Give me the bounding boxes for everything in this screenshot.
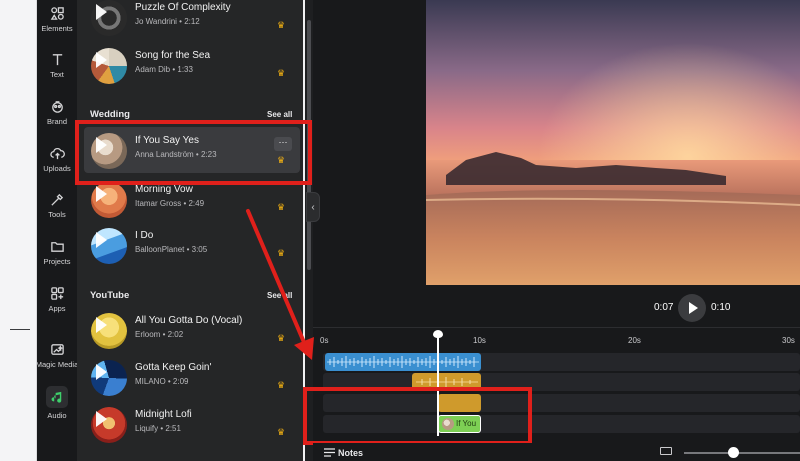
- playhead-handle[interactable]: [433, 330, 443, 338]
- timeline-tick: 20s: [628, 336, 641, 345]
- notes-button[interactable]: Notes: [324, 448, 363, 458]
- tools-icon: [50, 193, 63, 206]
- rail-label: Text: [50, 70, 64, 79]
- play-icon[interactable]: [96, 232, 107, 248]
- notes-icon: [324, 448, 335, 457]
- music-note-icon: [51, 391, 61, 403]
- track-meta: Jo Wandrini • 2:12: [135, 17, 200, 26]
- zoom-slider-handle[interactable]: [728, 447, 739, 458]
- timeline-divider: [313, 327, 800, 328]
- rail-label: Audio: [47, 411, 67, 420]
- rail-brand[interactable]: Brand: [37, 99, 77, 126]
- screen-icon[interactable]: [660, 447, 672, 455]
- text-icon: [52, 54, 62, 66]
- magic-media-icon: [50, 344, 64, 355]
- cloud-upload-icon: [49, 147, 65, 160]
- section-title-youtube: YouTube: [90, 290, 130, 301]
- rail-label: Apps: [48, 304, 66, 313]
- rail-tools[interactable]: Tools: [37, 192, 77, 219]
- see-all-wedding-link[interactable]: See all: [267, 110, 292, 119]
- total-time: 0:10: [711, 302, 731, 313]
- rail-magic-media[interactable]: Magic Media: [35, 342, 79, 369]
- timeline-tick: 30s: [782, 336, 795, 345]
- sunset-beach-image: [426, 0, 800, 285]
- crown-icon: ♛: [277, 427, 286, 437]
- track-title: All You Gotta Do (Vocal): [135, 315, 243, 326]
- list-item[interactable]: Song for the Sea Adam Dib • 1:33 ♛: [84, 42, 300, 88]
- audio-clip-waveform[interactable]: [325, 353, 481, 371]
- notes-label: Notes: [338, 448, 364, 458]
- zoom-slider[interactable]: [684, 452, 800, 454]
- rail-label: Elements: [41, 24, 73, 33]
- track-meta: Itamar Gross • 2:49: [135, 199, 205, 208]
- rail-uploads[interactable]: Uploads: [37, 146, 77, 173]
- play-icon[interactable]: [96, 52, 107, 68]
- timeline-tick: 0s: [320, 336, 329, 345]
- crown-icon: ♛: [277, 380, 286, 390]
- highlight-box-timeline: [303, 387, 532, 445]
- brand-icon: [51, 101, 63, 113]
- rail-label: Brand: [46, 117, 67, 126]
- play-icon[interactable]: [96, 4, 107, 20]
- waveform-graphic: [327, 356, 479, 368]
- track-meta: Liquify • 2:51: [135, 424, 181, 433]
- list-item[interactable]: Puzzle Of Complexity Jo Wandrini • 2:12 …: [84, 0, 300, 40]
- track-title: Morning Vow: [135, 184, 193, 195]
- rail-label: Tools: [48, 210, 66, 219]
- track-meta: BalloonPlanet • 3:05: [135, 245, 208, 254]
- rail-label: Projects: [43, 257, 71, 266]
- rail-label: Magic Media: [35, 360, 79, 369]
- audio-active-tile: [46, 386, 68, 408]
- folder-icon: [50, 242, 64, 252]
- timeline-tick: 10s: [473, 336, 486, 345]
- rail-label: Uploads: [43, 164, 71, 173]
- rail-apps[interactable]: Apps: [37, 286, 77, 313]
- rail-divider: [10, 329, 30, 330]
- rail-elements[interactable]: Elements: [37, 6, 77, 33]
- play-icon[interactable]: [96, 186, 107, 202]
- play-button[interactable]: [678, 294, 706, 322]
- crown-icon: ♛: [277, 68, 286, 78]
- section-title-wedding: Wedding: [90, 109, 130, 120]
- list-item[interactable]: Midnight Lofi Liquify • 2:51 ♛: [84, 401, 300, 447]
- play-icon[interactable]: [96, 364, 107, 380]
- rail-audio[interactable]: Audio: [37, 386, 77, 420]
- annotation-arrow: [246, 209, 314, 360]
- track-title: Gotta Keep Goin': [135, 362, 212, 373]
- rail-projects[interactable]: Projects: [37, 239, 77, 266]
- play-icon[interactable]: [96, 317, 107, 333]
- crown-icon: ♛: [277, 20, 286, 30]
- apps-icon: [50, 287, 64, 300]
- highlight-box-track: [75, 120, 312, 185]
- current-time: 0:07: [654, 302, 674, 313]
- track-title: Puzzle Of Complexity: [135, 2, 231, 13]
- track-meta: Adam Dib • 1:33: [135, 65, 193, 74]
- rail-text[interactable]: Text: [37, 52, 77, 79]
- play-icon[interactable]: [96, 411, 107, 427]
- track-title: Midnight Lofi: [135, 409, 192, 420]
- track-meta: MILANO • 2:09: [135, 377, 189, 386]
- elements-icon: [50, 7, 64, 20]
- window-left-edge: [0, 0, 37, 461]
- video-preview[interactable]: [426, 0, 800, 285]
- track-title: Song for the Sea: [135, 50, 211, 61]
- play-icon: [689, 302, 698, 314]
- track-title: I Do: [135, 230, 154, 241]
- track-meta: Erloom • 2:02: [135, 330, 184, 339]
